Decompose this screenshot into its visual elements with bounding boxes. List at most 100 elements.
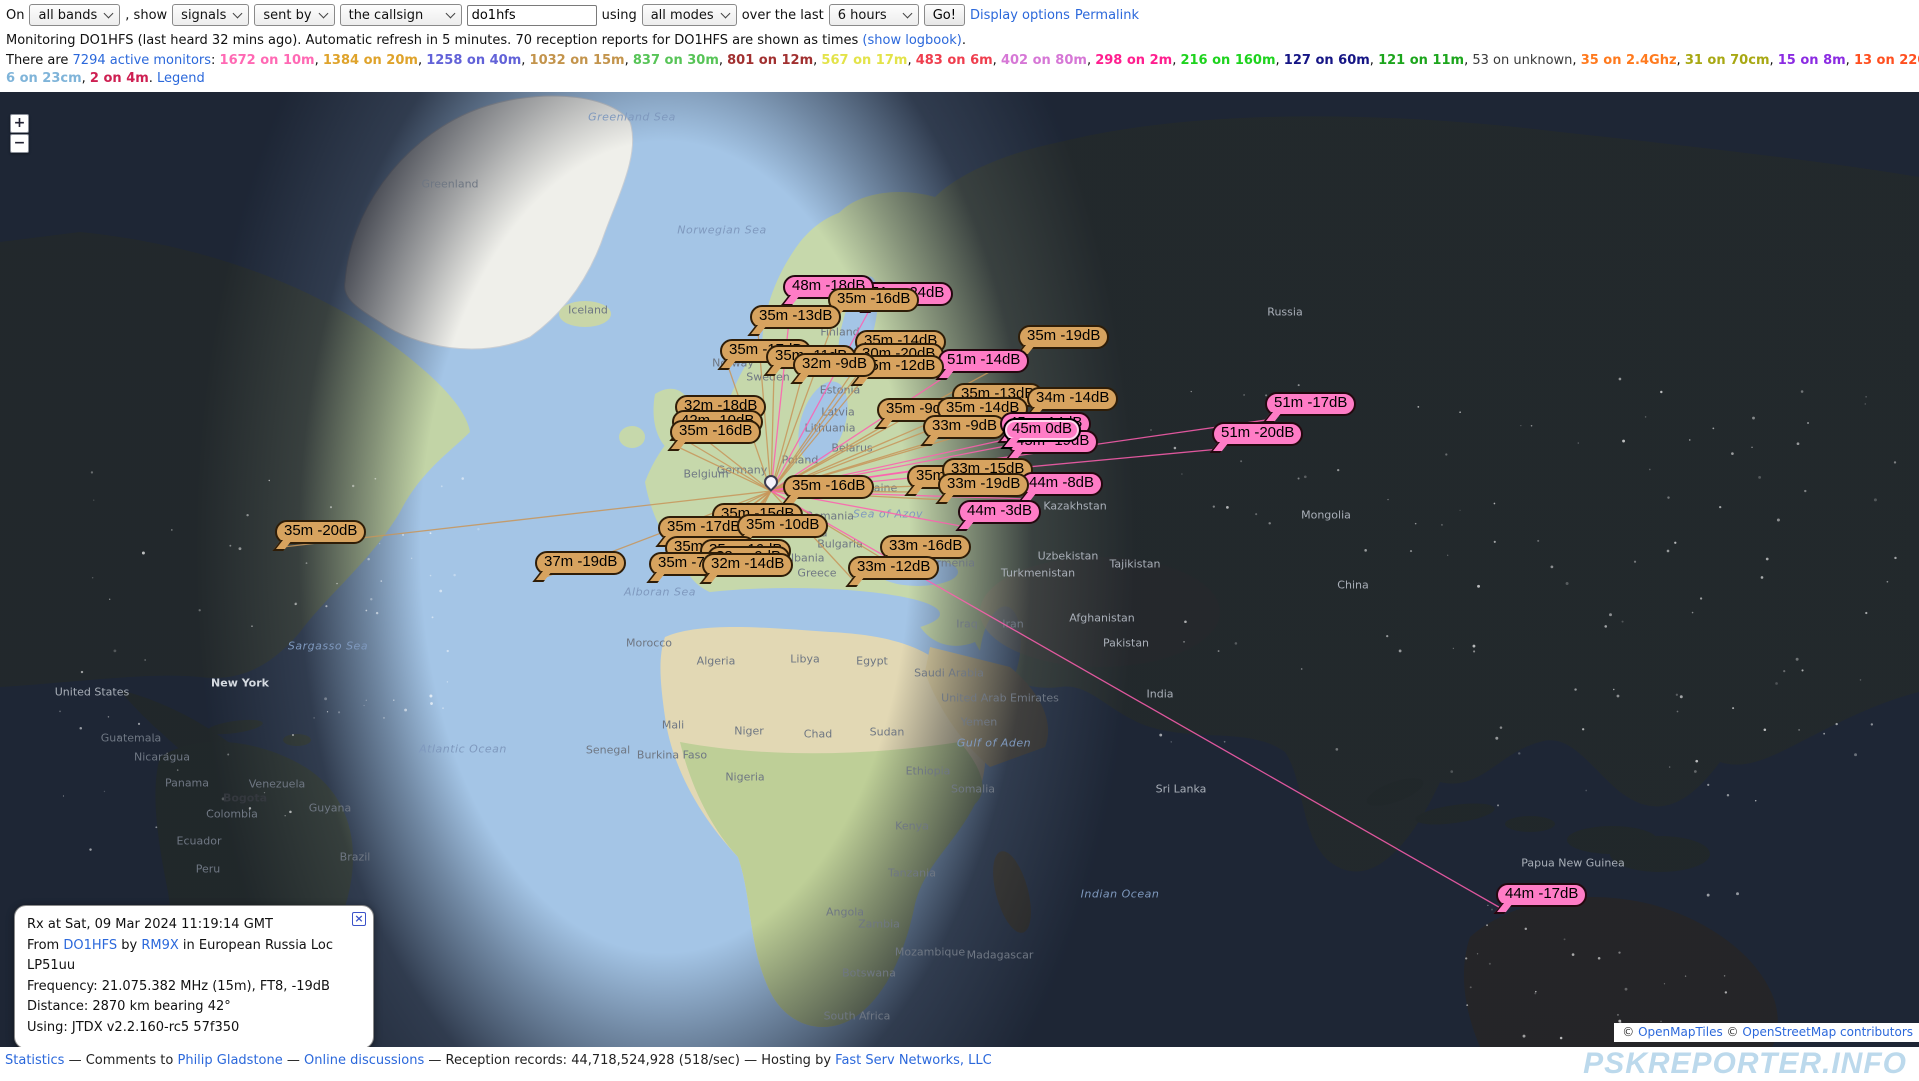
footer-links: Statistics — Comments to Philip Gladston… [5, 1053, 992, 1068]
monitor-count: 15 on 8m [1778, 53, 1846, 68]
tx-callsign-link[interactable]: DO1HFS [63, 938, 117, 953]
reception-balloon[interactable]: 33m -12dB [848, 556, 939, 580]
rx-callsign-link[interactable]: RM9X [141, 938, 178, 953]
separator: , [1370, 53, 1378, 68]
separator: , [719, 53, 727, 68]
popup-distance: Distance: 2870 km bearing 42° [27, 997, 361, 1018]
status-line: Monitoring DO1HFS (last heard 32 mins ag… [0, 26, 1919, 48]
reception-balloon[interactable]: 35m -16dB [670, 420, 761, 444]
monitor-count: 483 on 6m [916, 53, 993, 68]
openstreetmap-link[interactable]: OpenStreetMap contributors [1742, 1025, 1913, 1039]
reception-balloon[interactable]: 33m -19dB [938, 473, 1029, 497]
monitor-counts-line1: 1672 on 10m, 1384 on 20m, 1258 on 40m, 1… [220, 53, 1919, 68]
popup-software: Using: JTDX v2.2.160-rc5 57f350 [27, 1018, 361, 1039]
reception-balloon[interactable]: 35m -19dB [1018, 325, 1109, 349]
monitor-count: 1672 on 10m [220, 53, 315, 68]
pskreporter-watermark: PSKREPORTER.INFO [1583, 1047, 1907, 1081]
reception-balloon[interactable]: 32m -9dB [793, 353, 876, 377]
chevron-down-icon [720, 8, 730, 18]
monitor-count: 567 on 17m [821, 53, 907, 68]
reception-balloon[interactable]: 44m -8dB [1020, 472, 1103, 496]
reception-balloon[interactable]: 51m -17dB [1265, 392, 1356, 416]
close-icon[interactable]: × [352, 912, 366, 926]
status-text: Monitoring DO1HFS (last heard 32 mins ag… [6, 33, 862, 48]
separator: , [521, 53, 529, 68]
zoom-in-button[interactable]: + [10, 114, 29, 133]
reception-balloon[interactable]: 44m -17dB [1496, 883, 1587, 907]
map-attribution: © OpenMapTiles © OpenStreetMap contribut… [1614, 1023, 1919, 1042]
separator: , [1276, 53, 1284, 68]
reception-balloon[interactable]: 35m -16dB [828, 288, 919, 312]
monitor-count: 53 on unknown [1472, 53, 1572, 68]
header: On all bands , show signals sent by the … [0, 0, 1919, 92]
monitor-count: 801 on 12m [727, 53, 813, 68]
zoom-out-button[interactable]: − [10, 134, 29, 153]
reception-balloon[interactable]: 32m -14dB [702, 553, 793, 577]
reception-report-popup: × Rx at Sat, 09 Mar 2024 11:19:14 GMT Fr… [14, 905, 374, 1047]
reception-balloon[interactable]: 35m -10dB [737, 514, 828, 538]
reception-balloon[interactable]: 45m 0dB [1003, 418, 1081, 442]
monitor-count: 1258 on 40m [426, 53, 521, 68]
legend-link[interactable]: Legend [157, 71, 205, 86]
monitors-line-2: 6 on 23cm, 2 on 4m. Legend [0, 68, 1919, 86]
monitor-counts-line2: 6 on 23cm, 2 on 4m. [6, 71, 157, 86]
display-options-link[interactable]: Display options [970, 8, 1070, 23]
separator: , [1087, 53, 1095, 68]
permalink-link[interactable]: Permalink [1075, 8, 1139, 23]
separator: , [993, 53, 1001, 68]
separator: , [907, 53, 915, 68]
chevron-down-icon [902, 8, 912, 18]
band-select[interactable]: all bands [29, 4, 120, 26]
monitor-count: 127 on 60m [1284, 53, 1370, 68]
reception-balloon[interactable]: 35m -13dB [750, 305, 841, 329]
separator: , [1846, 53, 1854, 68]
monitor-count: 13 on 2200m [1854, 53, 1919, 68]
chevron-down-icon [233, 8, 243, 18]
monitor-count: 1032 on 15m [530, 53, 625, 68]
reception-balloon[interactable]: 34m -14dB [1027, 387, 1118, 411]
monitor-count: 121 on 11m [1378, 53, 1464, 68]
show-label: , show [125, 8, 167, 23]
callsign-input[interactable] [467, 5, 597, 26]
reception-balloon[interactable]: 44m -3dB [958, 500, 1041, 524]
world-map[interactable]: Greenland SeaNorwegian SeaGreenlandIcela… [0, 92, 1919, 1047]
reception-records-count: Reception records: 44,718,524,928 (518/s… [446, 1053, 740, 1068]
online-discussions-link[interactable]: Online discussions [304, 1053, 424, 1068]
reception-balloon[interactable]: 51m -20dB [1212, 422, 1303, 446]
monitor-count: 31 on 70cm [1685, 53, 1770, 68]
show-logbook-link[interactable]: (show logbook) [862, 33, 961, 48]
direction-select[interactable]: sent by [254, 4, 334, 26]
chevron-down-icon [104, 8, 114, 18]
period-select[interactable]: 6 hours [829, 4, 919, 26]
popup-rx-time: Rx at Sat, 09 Mar 2024 11:19:14 GMT [27, 915, 361, 936]
separator: , [1572, 53, 1580, 68]
go-button[interactable]: Go! [924, 4, 965, 26]
philip-gladstone-link[interactable]: Philip Gladstone [177, 1053, 282, 1068]
what-select[interactable]: signals [172, 4, 249, 26]
separator: . [149, 71, 157, 86]
monitor-count: 298 on 2m [1095, 53, 1172, 68]
reception-balloon[interactable]: 33m -9dB [923, 415, 1006, 439]
active-monitors-link[interactable]: 7294 active monitors [73, 53, 212, 68]
monitor-count: 6 on 23cm [6, 71, 82, 86]
over-last-label: over the last [742, 8, 824, 23]
hosting-provider-link[interactable]: Fast Serv Networks, LLC [835, 1053, 992, 1068]
chevron-down-icon [445, 8, 455, 18]
separator: , [1677, 53, 1685, 68]
reception-balloon[interactable]: 35m -20dB [275, 520, 366, 544]
mode-select[interactable]: all modes [642, 4, 737, 26]
separator: , [82, 71, 90, 86]
reception-balloon[interactable]: 35m -16dB [783, 475, 874, 499]
separator: , [1769, 53, 1777, 68]
reception-balloon[interactable]: 37m -19dB [535, 551, 626, 575]
using-label: using [602, 8, 637, 23]
reception-balloon[interactable]: 51m -14dB [938, 349, 1029, 373]
callsign-kind-select[interactable]: the callsign [340, 4, 462, 26]
monitor-count: 35 on 2.4Ghz [1581, 53, 1677, 68]
separator: , [625, 53, 633, 68]
monitor-count: 216 on 160m [1180, 53, 1275, 68]
separator: , [315, 53, 323, 68]
statistics-link[interactable]: Statistics [5, 1053, 64, 1068]
openmaptiles-link[interactable]: OpenMapTiles [1638, 1025, 1723, 1039]
query-toolbar: On all bands , show signals sent by the … [0, 0, 1919, 26]
